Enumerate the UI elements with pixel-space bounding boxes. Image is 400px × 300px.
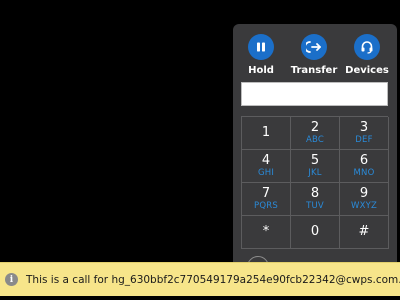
devices-circle — [354, 34, 380, 60]
key-2[interactable]: 2 ABC — [291, 117, 340, 150]
notification-text: This is a call for hg_630bbf2c770549179a… — [26, 273, 400, 286]
transfer-circle — [301, 34, 327, 60]
headset-icon — [361, 41, 373, 54]
devices-button[interactable]: Devices — [339, 34, 395, 84]
key-digit: 1 — [261, 125, 271, 140]
key-0[interactable]: 0 — [291, 216, 340, 249]
key-digit: 8 — [310, 186, 320, 201]
transfer-label: Transfer — [290, 65, 338, 76]
key-letters: WXYZ — [350, 201, 378, 211]
key-8[interactable]: 8 TUV — [291, 183, 340, 216]
key-7[interactable]: 7 PQRS — [242, 183, 291, 216]
key-3[interactable]: 3 DEF — [340, 117, 389, 150]
key-digit: 5 — [310, 153, 320, 168]
info-icon: i — [5, 273, 18, 286]
key-digit: 4 — [261, 153, 271, 168]
key-letters: GHI — [257, 168, 275, 178]
key-letters: DEF — [355, 135, 373, 145]
key-star[interactable]: * — [242, 216, 291, 249]
key-digit: 3 — [359, 120, 369, 135]
key-digit: 2 — [310, 120, 320, 135]
hold-label: Hold — [248, 65, 274, 76]
key-digit: * — [262, 224, 270, 239]
key-digit: 9 — [359, 186, 369, 201]
key-letters: MNO — [353, 168, 375, 178]
key-digit: 7 — [261, 186, 271, 201]
key-6[interactable]: 6 MNO — [340, 150, 389, 183]
key-digit: # — [358, 224, 370, 239]
key-9[interactable]: 9 WXYZ — [340, 183, 389, 216]
key-letters: JKL — [308, 168, 322, 178]
key-1[interactable]: 1 — [242, 117, 291, 150]
key-digit: 0 — [310, 224, 320, 239]
key-5[interactable]: 5 JKL — [291, 150, 340, 183]
call-control-panel: Hold Transfer Devices 1 2 ABC 3 DEF 4 GH… — [233, 24, 397, 262]
key-letters: TUV — [306, 201, 324, 211]
key-4[interactable]: 4 GHI — [242, 150, 291, 183]
dial-keypad: 1 2 ABC 3 DEF 4 GHI 5 JKL 6 MNO 7 PQRS 8 — [241, 116, 389, 249]
key-hash[interactable]: # — [340, 216, 389, 249]
notification-bar: i This is a call for hg_630bbf2c77054917… — [0, 262, 400, 296]
key-letters: PQRS — [254, 201, 278, 211]
devices-label: Devices — [345, 65, 389, 76]
transfer-button[interactable]: Transfer — [286, 34, 342, 84]
hold-circle — [248, 34, 274, 60]
dial-number-input[interactable] — [241, 82, 388, 106]
transfer-icon — [306, 41, 321, 53]
key-letters: ABC — [305, 135, 325, 145]
hold-button[interactable]: Hold — [233, 34, 289, 84]
key-digit: 6 — [359, 153, 369, 168]
pause-icon — [257, 42, 265, 52]
